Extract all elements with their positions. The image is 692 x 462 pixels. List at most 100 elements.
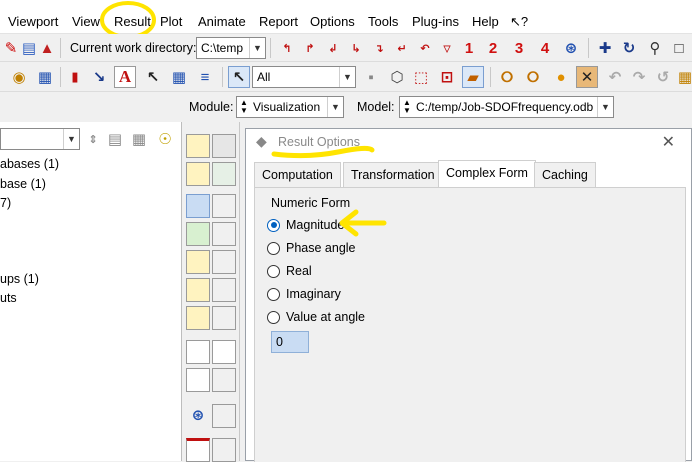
save-database-icon[interactable]: ▲ <box>36 37 58 59</box>
mesh-icon[interactable]: ▦ <box>674 66 692 88</box>
menu-tools[interactable]: Tools <box>368 14 398 29</box>
option-phase-angle[interactable]: Phase angle <box>267 241 356 255</box>
menu-viewport[interactable]: Viewport <box>8 14 58 29</box>
angle-value-input[interactable]: 0 <box>271 331 309 353</box>
table-icon[interactable]: ▦ <box>34 66 56 88</box>
radio-button[interactable] <box>267 241 280 255</box>
xy-data-icon[interactable] <box>186 438 210 462</box>
option-magnitude[interactable]: Magnitude <box>267 218 344 232</box>
legend-icon[interactable]: ▦ <box>168 66 190 88</box>
menu-animate[interactable]: Animate <box>198 14 246 29</box>
tab-transformation[interactable]: Transformation <box>343 162 443 187</box>
chevron-down-icon[interactable]: ▼ <box>249 38 265 58</box>
view-right-icon[interactable]: ↵ <box>391 37 413 59</box>
tab-complex-form[interactable]: Complex Form <box>438 160 536 188</box>
redo-icon[interactable]: ↷ <box>628 66 650 88</box>
animate-harmonic-icon[interactable] <box>186 368 210 392</box>
animate-scale-icon[interactable] <box>186 340 210 364</box>
view-cut-manager-icon[interactable] <box>212 404 236 428</box>
radio-button-selected[interactable] <box>267 218 280 232</box>
menu-report[interactable]: Report <box>259 14 298 29</box>
view-left-icon[interactable]: ↴ <box>368 37 390 59</box>
view-3-button[interactable]: 3 <box>508 37 530 59</box>
render-shaded-icon[interactable]: ● <box>550 66 572 88</box>
list-icon[interactable]: ≡ <box>194 66 216 88</box>
spinner-icon[interactable]: ▲ ▼ <box>240 99 248 115</box>
module-combo[interactable]: ▲ ▼ Visualization ▼ <box>236 96 344 118</box>
zoom-box-icon[interactable]: □ <box>668 37 690 59</box>
tab-caching[interactable]: Caching <box>534 162 596 187</box>
spinner-icon[interactable]: ▲ ▼ <box>403 99 411 115</box>
close-icon[interactable]: ✕ <box>662 132 675 152</box>
menu-options[interactable]: Options <box>310 14 355 29</box>
allow-multiple-icon[interactable] <box>186 306 210 330</box>
undo-icon[interactable]: ↶ <box>604 66 626 88</box>
tree-item[interactable]: 7) <box>0 196 11 210</box>
orientation-options-icon[interactable] <box>212 278 236 302</box>
contour-options-icon[interactable] <box>212 222 236 246</box>
menu-view[interactable]: View <box>72 14 100 29</box>
tree-item[interactable]: base (1) <box>0 177 46 191</box>
menu-result[interactable]: Result <box>114 14 151 29</box>
view-cut-icon[interactable]: ⊛ <box>187 404 209 426</box>
view-bottom-icon[interactable]: ↳ <box>345 37 367 59</box>
plot-deformed-icon[interactable] <box>212 134 236 158</box>
tab-computation[interactable]: Computation <box>254 162 341 187</box>
chevron-down-icon[interactable]: ▼ <box>327 97 343 117</box>
animation-options-icon[interactable] <box>212 368 236 392</box>
option-imaginary[interactable]: Imaginary <box>267 287 341 301</box>
menu-context-help[interactable]: ↖? <box>510 14 528 30</box>
arrow-tool-icon[interactable]: ↘ <box>88 66 110 88</box>
render-model-icon[interactable]: ▰ <box>462 66 484 88</box>
annotation-text-icon[interactable]: ▮ <box>64 66 86 88</box>
tree-filter-combo[interactable]: ▼ <box>0 128 80 150</box>
chevron-down-icon[interactable]: ▼ <box>339 67 355 87</box>
tree-expand-icon[interactable]: ▦ <box>128 128 150 150</box>
highlight-bulb-icon[interactable]: ☉ <box>154 128 176 150</box>
tree-up-icon[interactable]: ▤ <box>104 128 126 150</box>
view-4-button[interactable]: 4 <box>534 37 556 59</box>
radio-button[interactable] <box>267 310 280 324</box>
menu-help[interactable]: Help <box>472 14 499 29</box>
view-iso-icon[interactable]: ↶ <box>414 37 436 59</box>
multiple-options-icon[interactable] <box>212 306 236 330</box>
rotate-icon[interactable]: ↻ <box>618 37 640 59</box>
feature-edges-icon[interactable]: ✕ <box>576 66 598 88</box>
menu-plugins[interactable]: Plug-ins <box>412 14 459 29</box>
options-icon[interactable] <box>212 194 236 218</box>
animate-time-icon[interactable] <box>212 340 236 364</box>
tree-item[interactable]: uts <box>0 291 17 305</box>
symbol-options-icon[interactable] <box>212 250 236 274</box>
box-select-icon[interactable]: ⬚ <box>410 66 432 88</box>
refresh-icon[interactable]: ↺ <box>652 66 674 88</box>
radio-button[interactable] <box>267 264 280 278</box>
render-hidden-icon[interactable]: ⭘ <box>522 66 544 88</box>
tree-item[interactable]: abases (1) <box>0 157 59 171</box>
select-cursor-icon[interactable]: ↖ <box>228 66 250 88</box>
selection-shape-icon[interactable]: ⬡ <box>386 66 408 88</box>
option-real[interactable]: Real <box>267 264 312 278</box>
view-2-button[interactable]: 2 <box>482 37 504 59</box>
xy-data-manager-icon[interactable] <box>212 438 236 462</box>
selection-filter-combo[interactable]: All ▼ <box>252 66 356 88</box>
select-options-icon[interactable]: ▪ <box>360 66 382 88</box>
sort-icon[interactable]: ⇕ <box>82 128 104 150</box>
pan-icon[interactable]: ✚ <box>594 37 616 59</box>
pointer-icon[interactable]: ↖ <box>142 66 164 88</box>
option-value-at-angle[interactable]: Value at angle <box>267 310 365 324</box>
orientation-plot-icon[interactable] <box>186 278 210 302</box>
plot-symbols-icon[interactable] <box>212 162 236 186</box>
magnify-icon[interactable]: ⚲ <box>644 37 666 59</box>
query-icon[interactable]: ◉ <box>8 66 30 88</box>
radio-button[interactable] <box>267 287 280 301</box>
model-combo[interactable]: ▲ ▼ C:/temp/Job-SDOFfrequency.odb ▼ <box>399 96 614 118</box>
plot-contours-icon[interactable] <box>186 162 210 186</box>
cwd-combo[interactable]: C:\temp ▼ <box>196 37 266 59</box>
contour-plot-icon[interactable] <box>186 222 210 246</box>
plot-material-orientation-icon[interactable] <box>186 194 210 218</box>
view-1-button[interactable]: 1 <box>458 37 480 59</box>
view-back-icon[interactable]: ↱ <box>299 37 321 59</box>
menu-plot[interactable]: Plot <box>160 14 182 29</box>
view-triad-icon[interactable]: ⊛ <box>560 37 582 59</box>
plot-undeformed-icon[interactable] <box>186 134 210 158</box>
